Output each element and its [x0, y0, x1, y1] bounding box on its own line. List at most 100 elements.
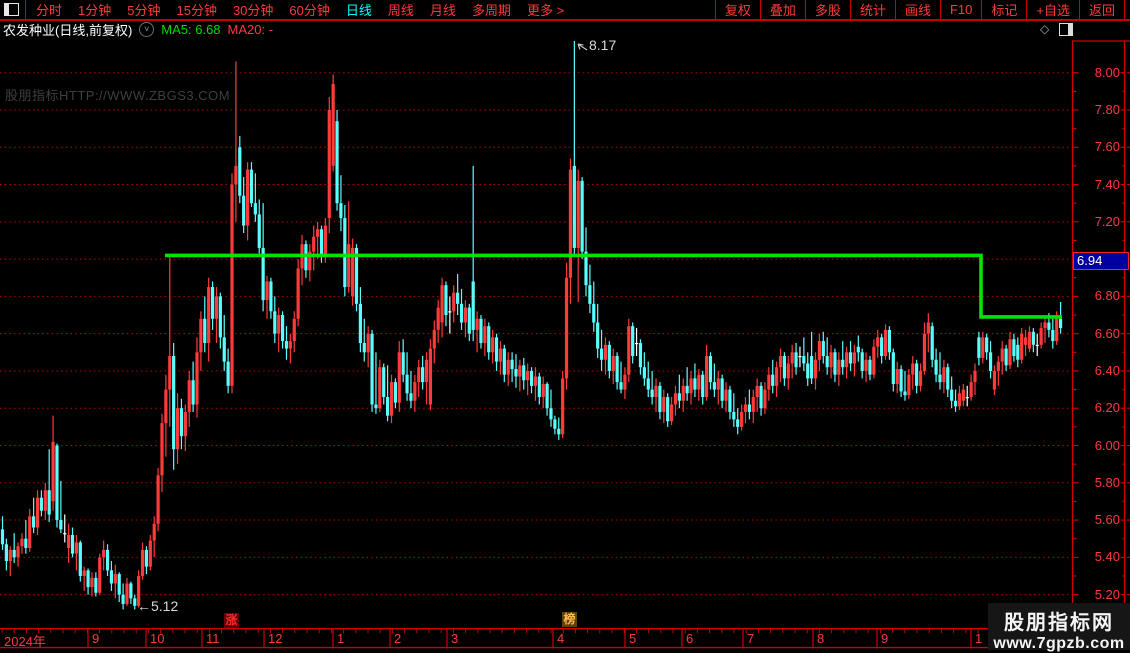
period-tab-60分钟[interactable]: 60分钟: [289, 0, 329, 19]
candle-body: [257, 214, 261, 248]
candle-body: [895, 369, 899, 384]
candle-body: [883, 329, 888, 357]
event-marker[interactable]: 涨: [224, 613, 239, 628]
price-annotation: ←5.12: [137, 598, 179, 614]
action-button-画线[interactable]: 画线: [894, 0, 940, 19]
candle-body: [926, 322, 930, 334]
candle-body: [802, 356, 806, 364]
candle-body: [957, 393, 962, 407]
period-tab-5分钟[interactable]: 5分钟: [127, 0, 160, 19]
period-tab-日线[interactable]: 日线: [346, 0, 372, 19]
candle-body: [810, 356, 814, 379]
candle-body: [452, 292, 456, 312]
candle-body: [24, 538, 28, 549]
candle-body: [876, 337, 880, 347]
candle-body: [203, 318, 207, 343]
period-tab-1分钟[interactable]: 1分钟: [78, 0, 111, 19]
candle-body: [148, 540, 152, 567]
candle-body: [1000, 348, 1004, 362]
candle-body: [362, 342, 366, 353]
candle-body: [755, 385, 759, 398]
diamond-icon[interactable]: ◇: [1040, 23, 1049, 36]
candle-body: [557, 428, 561, 435]
action-button-复权[interactable]: 复权: [714, 0, 760, 19]
split-window-icon[interactable]: [1059, 23, 1073, 36]
action-button-统计[interactable]: 统计: [849, 0, 895, 19]
candle-body: [51, 441, 55, 502]
action-button-多股[interactable]: 多股: [804, 0, 850, 19]
period-tab-多周期[interactable]: 多周期: [472, 0, 511, 19]
period-tab-月线[interactable]: 月线: [430, 0, 456, 19]
event-marker[interactable]: 榜: [562, 612, 577, 627]
candle-body: [747, 404, 751, 412]
candle-body: [506, 359, 510, 375]
candle-body: [903, 391, 907, 396]
candle-body: [763, 389, 767, 409]
candle-body: [588, 285, 592, 304]
candle-body: [179, 408, 184, 437]
action-button-+自选[interactable]: +自选: [1026, 0, 1079, 19]
candle-body: [59, 520, 63, 530]
candle-body: [28, 516, 32, 549]
candle-body: [666, 397, 670, 422]
candle-body: [599, 348, 604, 360]
candle-body: [985, 337, 989, 353]
candle-body: [343, 218, 347, 288]
candle-body: [607, 344, 611, 371]
month-label: 6: [686, 631, 694, 646]
month-label: 5: [629, 631, 637, 646]
candle-body: [860, 352, 864, 371]
axis-price-label: 6.40: [1094, 362, 1120, 378]
ma5-value: MA5: 6.68: [161, 22, 221, 37]
candle-body: [704, 356, 709, 398]
panel-layout-icon[interactable]: [4, 3, 19, 16]
candle-body: [938, 374, 942, 383]
axis-price-label: 6.80: [1094, 288, 1120, 304]
axis-price-label: 6.00: [1094, 437, 1120, 453]
candle-body: [63, 533, 67, 535]
brand-url: www.7gpzb.com: [993, 635, 1125, 652]
candle-body: [561, 378, 565, 435]
period-tab-分时[interactable]: 分时: [36, 0, 62, 19]
action-button-标记[interactable]: 标记: [981, 0, 1026, 19]
candle-body: [712, 382, 716, 390]
candle-body: [210, 287, 215, 319]
period-tab-15分钟[interactable]: 15分钟: [176, 0, 216, 19]
candle-body: [627, 326, 631, 375]
candle-body: [1035, 344, 1039, 347]
candle-body: [175, 408, 180, 450]
axis-price-label: 5.20: [1094, 586, 1120, 602]
period-tab-30分钟[interactable]: 30分钟: [233, 0, 273, 19]
candle-body: [105, 549, 110, 571]
candle-body: [697, 374, 701, 390]
candle-body: [1058, 318, 1063, 329]
candle-body: [191, 380, 195, 405]
candle-body: [463, 307, 468, 323]
candle-body: [471, 281, 475, 330]
candle-body: [868, 359, 872, 375]
candle-body: [98, 557, 102, 593]
period-tab-周线[interactable]: 周线: [388, 0, 414, 19]
candle-body: [825, 356, 829, 368]
candle-body: [393, 382, 397, 403]
action-button-叠加[interactable]: 叠加: [759, 0, 805, 19]
candle-body: [596, 322, 600, 349]
candle-body: [277, 315, 281, 334]
candle-body: [55, 445, 59, 521]
candle-body: [296, 268, 300, 319]
candle-body: [389, 382, 394, 416]
chevron-down-icon[interactable]: ˅: [139, 22, 155, 37]
candle-body: [90, 577, 94, 588]
candle-body: [701, 374, 705, 398]
candle-body: [537, 376, 541, 398]
candle-body: [1043, 322, 1047, 329]
month-label: 1: [975, 631, 983, 646]
action-button-返回[interactable]: 返回: [1078, 0, 1125, 19]
watermark: 股朋指标HTTP://WWW.ZBGS3.COM: [5, 88, 231, 103]
action-button-F10[interactable]: F10: [939, 0, 981, 19]
candle-body: [549, 408, 553, 420]
candle-body: [915, 363, 919, 386]
period-tab-更多 >[interactable]: 更多 >: [527, 0, 564, 19]
candle-body: [47, 490, 51, 515]
candle-body: [269, 281, 273, 312]
